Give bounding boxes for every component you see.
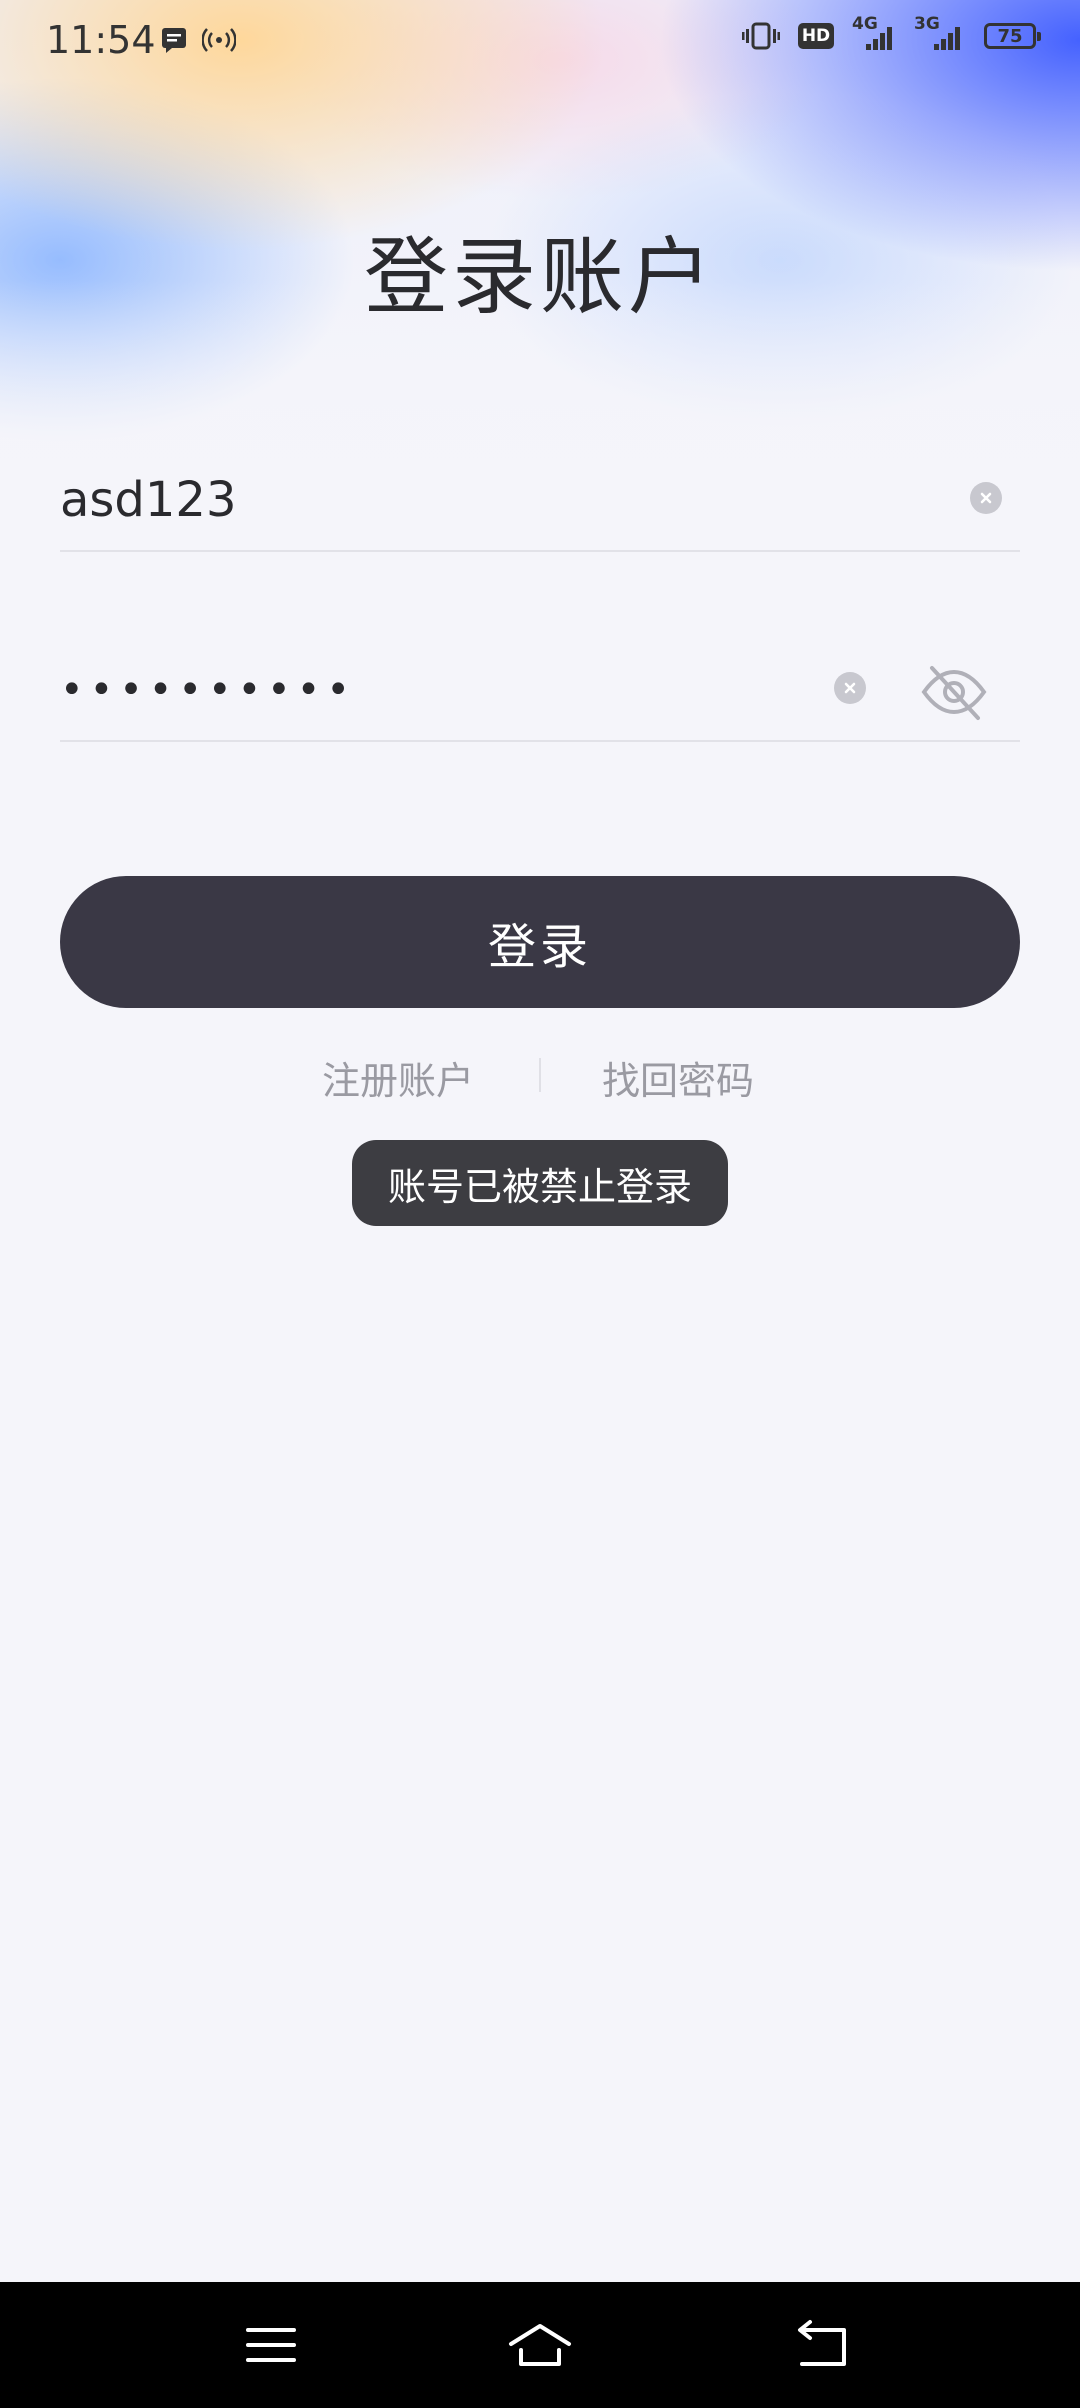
hd-icon: HD (798, 23, 834, 49)
login-screen: 11:54 HD 4G 3G 75 登录账户 asd123 ••••••••••… (0, 0, 1080, 2408)
toast-message: 账号已被禁止登录 (352, 1140, 728, 1226)
vibrate-icon (742, 22, 780, 50)
forgot-password-link[interactable]: 找回密码 (602, 1050, 754, 1105)
clear-username-button[interactable] (970, 482, 1002, 514)
register-account-link[interactable]: 注册账户 (322, 1050, 474, 1105)
battery-level: 75 (997, 25, 1023, 47)
eye-off-icon[interactable] (918, 656, 990, 728)
login-button[interactable]: 登录 (60, 876, 1020, 1008)
back-icon[interactable] (788, 2310, 858, 2380)
auth-links: 注册账户 找回密码 (0, 1050, 1080, 1110)
links-divider (539, 1058, 541, 1092)
menu-icon[interactable] (236, 2310, 306, 2380)
signal-4g-icon: 4G (852, 14, 896, 52)
username-input[interactable] (60, 452, 880, 548)
page-title: 登录账户 (363, 228, 716, 326)
status-time: 11:54 (46, 18, 156, 62)
close-icon (980, 492, 992, 504)
username-field-container (60, 452, 1020, 552)
clear-password-button[interactable] (834, 672, 866, 704)
battery-icon: 75 (984, 23, 1041, 49)
home-icon[interactable] (505, 2310, 575, 2380)
signal-3g-icon: 3G (914, 14, 966, 52)
message-icon (162, 28, 186, 53)
navigation-bar (0, 2282, 1080, 2408)
status-icons: HD 4G 3G 75 (742, 14, 1041, 52)
hotspot-icon (202, 28, 236, 52)
password-field-container (60, 642, 1020, 742)
status-bar: 11:54 HD 4G 3G 75 (0, 0, 1080, 84)
close-icon (844, 682, 856, 694)
password-input[interactable] (60, 642, 880, 738)
